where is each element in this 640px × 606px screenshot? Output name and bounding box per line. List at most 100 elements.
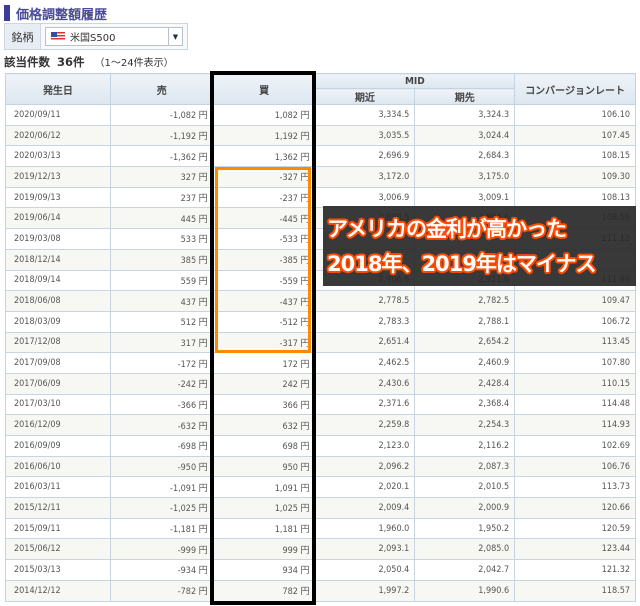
- table-row: 2017/09/08 -172 円 172 円 2,462.5 2,460.9 107.8…: [5, 352, 636, 374]
- header-rate: コンバージョンレート: [514, 73, 636, 105]
- cell-date: 2016/12/09: [5, 414, 111, 436]
- cell-mid-near: 2,783.3: [314, 310, 416, 333]
- cell-mid-far: 2,085.0: [414, 538, 516, 561]
- table-row: 2018/06/08 437 円 -437 円 2,778.5 2,782.5 109.4…: [5, 290, 636, 312]
- cell-buy: -437 円: [212, 290, 316, 312]
- cell-mid-near: 3,006.9: [314, 186, 416, 209]
- cell-conversion-rate: 121.32: [514, 559, 636, 581]
- table-row: 2015/09/11 -1,181 円 1,181 円 1,960.0 1,950.2 1…: [5, 517, 636, 540]
- cell-mid-near: 3,035.5: [314, 124, 416, 147]
- table-row: 2020/03/13 -1,362 円 1,362 円 2,696.9 2,684.3 1…: [5, 145, 636, 168]
- cell-conversion-rate: 102.69: [514, 435, 636, 457]
- annotation-line-1: アメリカの金利が高かった: [327, 217, 567, 241]
- page-title-text: 価格調整額履歴: [16, 7, 108, 23]
- cell-sell: 385 円: [109, 248, 214, 271]
- cell-buy: 632 円: [212, 414, 316, 436]
- cell-mid-far: 2,116.2: [414, 435, 516, 457]
- table-row: 2018/03/09 512 円 -512 円 2,783.3 2,788.1 106.7…: [5, 310, 636, 333]
- cell-date: 2015/09/11: [5, 517, 111, 540]
- cell-mid-far: 1,990.6: [414, 579, 516, 602]
- title-bar-icon: [4, 5, 10, 21]
- cell-mid-far: 2,368.4: [414, 393, 516, 416]
- chevron-down-icon[interactable]: ▼: [168, 28, 182, 45]
- cell-date: 2019/03/08: [5, 228, 111, 250]
- table-row: 2017/03/10 -366 円 366 円 2,371.6 2,368.4 114.4…: [5, 393, 636, 416]
- cell-buy: -533 円: [212, 228, 316, 250]
- cell-date: 2020/09/11: [5, 104, 111, 126]
- header-buy: 買: [212, 73, 316, 105]
- cell-mid-far: 3,009.1: [414, 186, 516, 209]
- cell-sell: 327 円: [109, 166, 214, 188]
- cell-buy: 366 円: [212, 393, 316, 416]
- cell-buy: 172 円: [212, 352, 316, 374]
- page-title: 価格調整額履歴: [4, 4, 108, 23]
- cell-mid-far: 2,042.7: [414, 559, 516, 581]
- header-near: 期近: [314, 88, 416, 105]
- cell-date: 2015/03/13: [5, 559, 111, 581]
- cell-mid-far: 2,254.3: [414, 414, 516, 436]
- cell-sell: -242 円: [109, 372, 214, 395]
- cell-buy: 698 円: [212, 435, 316, 457]
- cell-mid-far: 2,654.2: [414, 331, 516, 354]
- cell-date: 2020/03/13: [5, 145, 111, 168]
- cell-buy: 1,181 円: [212, 517, 316, 540]
- table-row: 2014/12/12 -782 円 782 円 1,997.2 1,990.6 118.5…: [5, 579, 636, 602]
- cell-conversion-rate: 106.76: [514, 455, 636, 478]
- symbol-label: 銘柄: [5, 24, 41, 49]
- cell-conversion-rate: 108.13: [514, 186, 636, 209]
- cell-mid-far: 3,324.3: [414, 104, 516, 126]
- cell-buy: 1,091 円: [212, 476, 316, 499]
- cell-sell: -1,025 円: [109, 497, 214, 519]
- cell-mid-far: 2,460.9: [414, 352, 516, 374]
- table-row: 2020/09/11 -1,082 円 1,082 円 3,334.5 3,324.3 1…: [5, 104, 636, 126]
- cell-sell: -698 円: [109, 435, 214, 457]
- cell-date: 2015/12/11: [5, 497, 111, 519]
- cell-mid-far: 2,000.9: [414, 497, 516, 519]
- cell-date: 2018/12/14: [5, 248, 111, 271]
- cell-sell: 237 円: [109, 186, 214, 209]
- table-row: 2017/12/08 317 円 -317 円 2,651.4 2,654.2 113.4…: [5, 331, 636, 354]
- cell-conversion-rate: 113.73: [514, 476, 636, 499]
- result-count: 該当件数 36件 （1〜24件表示）: [4, 54, 174, 70]
- cell-date: 2016/06/10: [5, 455, 111, 478]
- cell-buy: -327 円: [212, 166, 316, 188]
- cell-mid-near: 2,009.4: [314, 497, 416, 519]
- cell-mid-near: 2,093.1: [314, 538, 416, 561]
- cell-sell: 512 円: [109, 310, 214, 333]
- header-sell: 売: [109, 73, 214, 105]
- cell-mid-near: 2,778.5: [314, 290, 416, 312]
- cell-date: 2017/06/09: [5, 372, 111, 395]
- cell-sell: -999 円: [109, 538, 214, 561]
- cell-mid-near: 2,462.5: [314, 352, 416, 374]
- table-row: 2016/03/11 -1,091 円 1,091 円 2,020.1 2,010.5 1…: [5, 476, 636, 499]
- table-row: 2016/09/09 -698 円 698 円 2,123.0 2,116.2 102.6…: [5, 435, 636, 457]
- cell-mid-far: 2,087.3: [414, 455, 516, 478]
- cell-date: 2015/06/12: [5, 538, 111, 561]
- cell-conversion-rate: 109.47: [514, 290, 636, 312]
- table-row: 2019/12/13 327 円 -327 円 3,172.0 3,175.0 109.3…: [5, 166, 636, 188]
- cell-conversion-rate: 114.48: [514, 393, 636, 416]
- cell-sell: 317 円: [109, 331, 214, 354]
- cell-date: 2018/06/08: [5, 290, 111, 312]
- cell-sell: -1,192 円: [109, 124, 214, 147]
- cell-buy: -512 円: [212, 310, 316, 333]
- cell-mid-far: 2,782.5: [414, 290, 516, 312]
- cell-sell: -172 円: [109, 352, 214, 374]
- cell-mid-near: 1,997.2: [314, 579, 416, 602]
- cell-buy: -237 円: [212, 186, 316, 209]
- cell-date: 2017/03/10: [5, 393, 111, 416]
- cell-mid-far: 3,024.4: [414, 124, 516, 147]
- cell-conversion-rate: 118.57: [514, 579, 636, 602]
- cell-sell: 533 円: [109, 228, 214, 250]
- cell-sell: 445 円: [109, 207, 214, 230]
- symbol-select[interactable]: 米国S500 ▼: [45, 27, 183, 46]
- cell-sell: -1,082 円: [109, 104, 214, 126]
- cell-mid-near: 2,259.8: [314, 414, 416, 436]
- cell-conversion-rate: 120.59: [514, 517, 636, 540]
- cell-conversion-rate: 106.72: [514, 310, 636, 333]
- cell-date: 2019/06/14: [5, 207, 111, 230]
- cell-mid-near: 2,020.1: [314, 476, 416, 499]
- cell-sell: -1,091 円: [109, 476, 214, 499]
- symbol-value: 米国S500: [70, 33, 116, 44]
- count-label: 該当件数: [4, 55, 50, 69]
